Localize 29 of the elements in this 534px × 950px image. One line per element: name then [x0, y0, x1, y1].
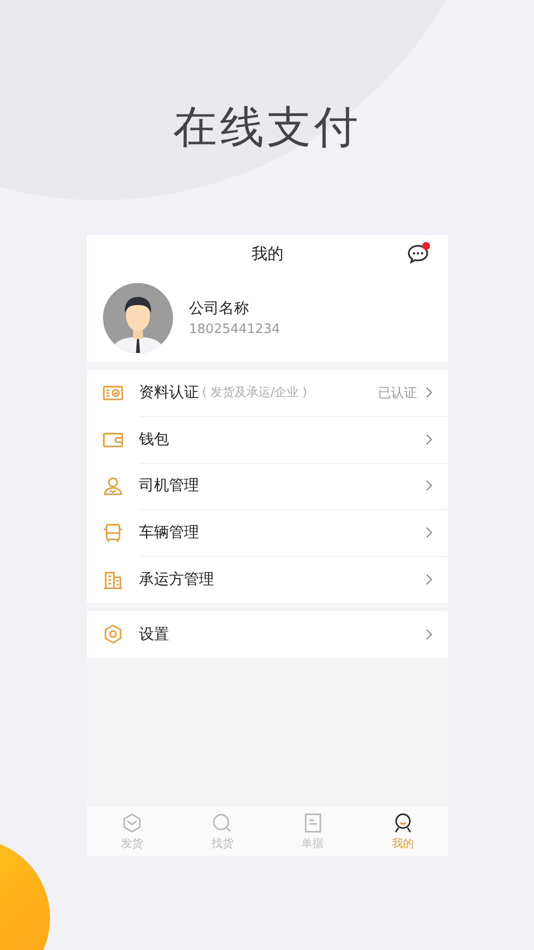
- phone-number: 18025441234: [189, 322, 280, 336]
- menu-label: 承运方管理: [139, 570, 214, 590]
- status-text: 已认证: [378, 384, 417, 402]
- chevron-icon: [425, 526, 433, 540]
- menu-item[interactable]: 承运方管理: [87, 556, 448, 603]
- menu-item[interactable]: 资料认证 ( 发货及承运/企业 ) 已认证: [87, 370, 448, 417]
- menu-label: 司机管理: [139, 476, 199, 496]
- menu-item[interactable]: 司机管理: [87, 463, 448, 510]
- search-icon: [211, 812, 234, 834]
- box-icon: [121, 812, 144, 834]
- chevron-icon: [425, 573, 433, 586]
- menu-item[interactable]: 设置: [87, 610, 448, 658]
- bus-icon: [102, 522, 124, 544]
- menu-item[interactable]: 车辆管理: [87, 510, 448, 556]
- menu-hint: ( 发货及承运/企业 ): [202, 384, 308, 402]
- headline: 在线支付: [173, 101, 361, 155]
- person-icon: [102, 475, 124, 498]
- menu-item[interactable]: 钱包: [87, 416, 448, 464]
- screen-title: 我的: [252, 244, 284, 264]
- chevron-icon: [425, 432, 433, 446]
- menu-label: 设置: [139, 624, 169, 644]
- menu-label: 钱包: [139, 430, 169, 449]
- menu-label: 资料认证: [139, 383, 199, 402]
- settings-icon: [102, 623, 124, 646]
- company-name: 公司名称: [189, 298, 250, 318]
- chevron-icon: [425, 386, 433, 400]
- chevron-icon: [425, 479, 433, 492]
- menu-label: 车辆管理: [139, 523, 199, 542]
- chevron-icon: [425, 628, 433, 641]
